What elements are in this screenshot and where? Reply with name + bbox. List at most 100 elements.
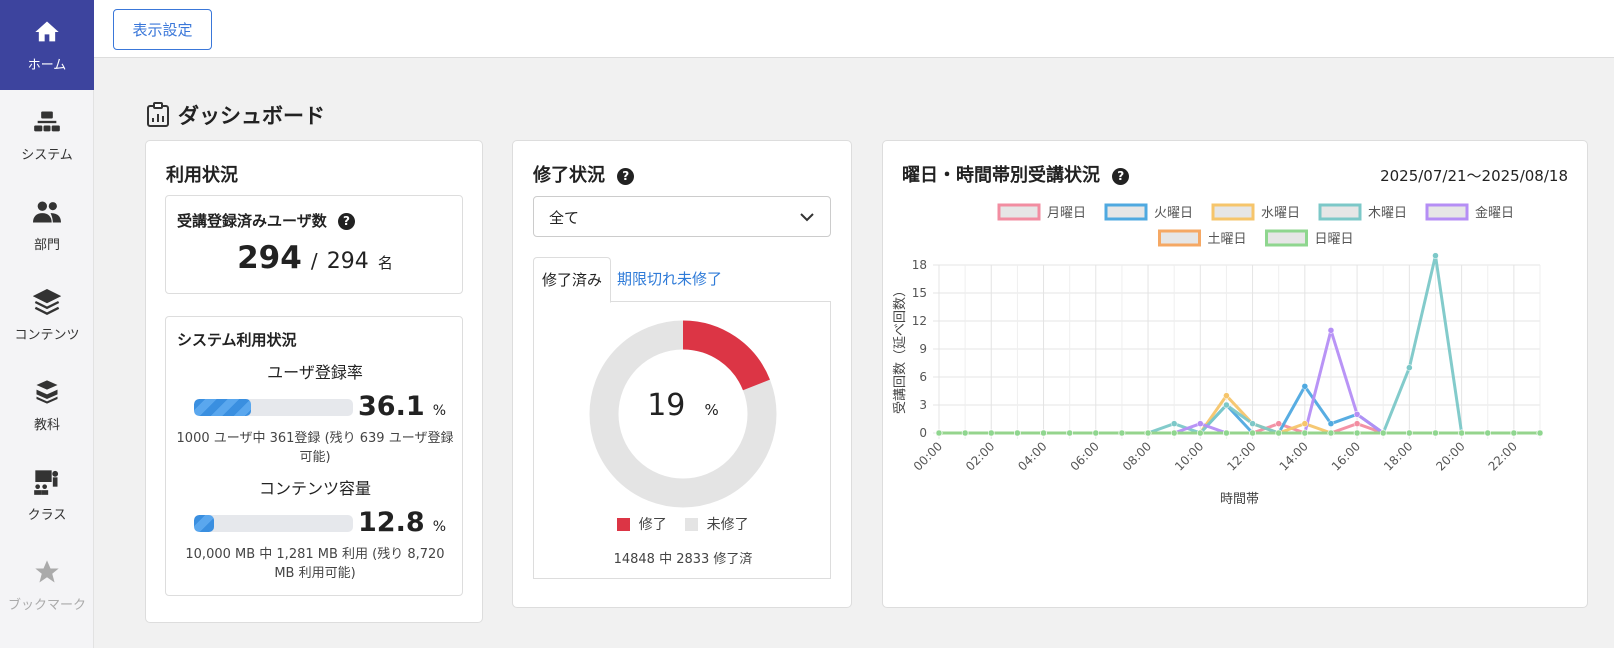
data-point xyxy=(1353,429,1361,437)
legend-label: 水曜日 xyxy=(1261,206,1300,221)
course-filter-select[interactable]: 全て xyxy=(533,196,831,237)
help-icon[interactable]: ? xyxy=(337,213,355,230)
chevron-down-icon xyxy=(800,213,814,222)
legend-label: 火曜日 xyxy=(1154,206,1193,221)
data-point xyxy=(1275,429,1282,437)
data-point xyxy=(1092,429,1100,437)
system-usage-title: システム利用状況 xyxy=(177,331,297,349)
legend-label: 月曜日 xyxy=(1047,206,1086,221)
completion-heading: 修了状況 ? xyxy=(533,161,635,187)
help-icon[interactable]: ? xyxy=(1112,167,1130,185)
user-rate-progress-bar xyxy=(194,399,353,416)
sidebar-item-home[interactable]: ホーム xyxy=(0,0,94,90)
display-settings-button[interactable]: 表示設定 xyxy=(113,9,212,50)
completion-title: 修了状況 xyxy=(533,165,605,186)
content-capacity-unit: % xyxy=(432,519,447,535)
data-point xyxy=(1040,429,1047,437)
x-axis-title: 時間帯 xyxy=(1220,492,1259,507)
star-icon xyxy=(35,559,59,582)
sidebar-item-subjects[interactable]: 教科 xyxy=(0,360,94,450)
content-capacity-value: 12.8 xyxy=(358,507,425,538)
x-tick-label: 00:00 xyxy=(911,439,945,473)
completion-tab-panel: 19 % 修了 未修了 14848 中 2833 修了済 xyxy=(533,302,831,579)
x-tick-label: 18:00 xyxy=(1381,439,1415,473)
completion-tabs: 修了済み 期限切れ未修了 xyxy=(533,257,831,303)
data-point xyxy=(1301,429,1309,437)
y-tick-label: 12 xyxy=(912,314,927,328)
user-rate-value: 36.1 xyxy=(358,391,425,422)
layers-icon xyxy=(33,288,61,315)
content-capacity-detail-line1: 10,000 MB 中 1,281 MB 利用 (残り 8,720 xyxy=(185,547,445,562)
legend-label: 木曜日 xyxy=(1368,206,1407,221)
legend-swatch-not-completed xyxy=(685,518,699,531)
donut-legend: 修了 未修了 xyxy=(534,514,832,534)
y-tick-label: 6 xyxy=(919,370,927,384)
registered-users-total: 294 xyxy=(326,249,369,274)
y-tick-label: 0 xyxy=(919,426,927,440)
data-point xyxy=(1118,429,1126,437)
x-tick-label: 06:00 xyxy=(1068,439,1102,473)
legend-swatch xyxy=(1104,203,1148,221)
legend-swatch xyxy=(997,203,1041,221)
sitemap-icon xyxy=(34,111,60,131)
legend-swatch xyxy=(1318,203,1362,221)
usage-title: 利用状況 xyxy=(166,165,238,186)
help-icon[interactable]: ? xyxy=(617,167,635,185)
data-point xyxy=(1275,420,1282,427)
sidebar-item-departments[interactable]: 部門 xyxy=(0,180,94,270)
usage-card: 利用状況 受講登録済みユーザ数 ? 294 / 294 名 システム利用状況 ユ… xyxy=(145,140,483,623)
registered-users-label: 受講登録済みユーザ数 xyxy=(177,212,327,230)
legend-label: 日曜日 xyxy=(1315,232,1354,247)
weekly-title: 曜日・時間帯別受講状況 xyxy=(902,165,1100,186)
x-tick-label: 14:00 xyxy=(1277,439,1311,473)
x-tick-label: 22:00 xyxy=(1486,439,1520,473)
data-point xyxy=(1484,429,1491,437)
weekly-heading: 曜日・時間帯別受講状況 ? xyxy=(902,161,1130,187)
dashboard-title: ダッシュボード xyxy=(178,104,325,128)
user-rate-detail-line2: 可能) xyxy=(299,450,331,465)
sidebar-item-contents[interactable]: コンテンツ xyxy=(0,270,94,360)
sidebar-item-label: ホーム xyxy=(27,57,67,73)
completion-card: 修了状況 ? 全て 修了済み 期限切れ未修了 19 % 修了 未修了 14848… xyxy=(512,140,852,608)
x-tick-label: 08:00 xyxy=(1120,439,1154,473)
legend-swatch xyxy=(1158,229,1201,247)
y-axis-title: 受講回数（延べ回数） xyxy=(892,284,908,414)
y-tick-label: 15 xyxy=(912,286,927,300)
y-tick-label: 18 xyxy=(912,258,927,272)
data-point xyxy=(1432,429,1439,437)
user-rate-unit: % xyxy=(432,403,447,419)
registered-users-box: 受講登録済みユーザ数 ? 294 / 294 名 xyxy=(165,195,463,294)
data-point xyxy=(1170,420,1178,427)
data-point xyxy=(1197,429,1204,437)
completion-percent-unit: % xyxy=(704,401,719,419)
registered-users-count: 294 xyxy=(237,240,302,276)
data-point xyxy=(1510,429,1518,437)
data-point xyxy=(1458,429,1465,437)
content-capacity-progress-fill xyxy=(194,515,215,532)
users-icon xyxy=(33,201,61,222)
data-point xyxy=(1197,420,1204,427)
sidebar-item-system[interactable]: システム xyxy=(0,90,94,180)
home-icon xyxy=(35,21,59,41)
tab-expired-incomplete[interactable]: 期限切れ未修了 xyxy=(609,257,730,302)
sidebar-item-label: クラス xyxy=(27,507,67,523)
system-usage-box: システム利用状況 ユーザ登録率 36.1 % 1000 ユーザ中 361登録 (… xyxy=(165,316,463,596)
data-point xyxy=(1066,429,1073,437)
data-point xyxy=(1327,429,1335,437)
x-tick-label: 12:00 xyxy=(1224,439,1258,473)
data-point xyxy=(1327,420,1335,427)
data-point xyxy=(935,429,943,437)
x-tick-label: 02:00 xyxy=(963,439,997,473)
tab-completed[interactable]: 修了済み xyxy=(533,257,612,303)
sidebar-item-label: ブックマーク xyxy=(7,597,86,613)
sidebar-item-bookmarks[interactable]: ブックマーク xyxy=(0,540,94,630)
legend-swatch xyxy=(1425,203,1469,221)
user-rate-detail: 1000 ユーザ中 361登録 (残り 639 ユーザ登録 可能) xyxy=(166,429,464,467)
completion-percent-wrap: 19 % xyxy=(589,388,777,423)
sidebar-item-classes[interactable]: クラス xyxy=(0,450,94,540)
page-title: ダッシュボード xyxy=(146,100,325,130)
data-point xyxy=(1223,429,1230,437)
data-point xyxy=(1301,420,1309,427)
data-point xyxy=(1144,429,1152,437)
x-tick-label: 16:00 xyxy=(1329,439,1363,473)
